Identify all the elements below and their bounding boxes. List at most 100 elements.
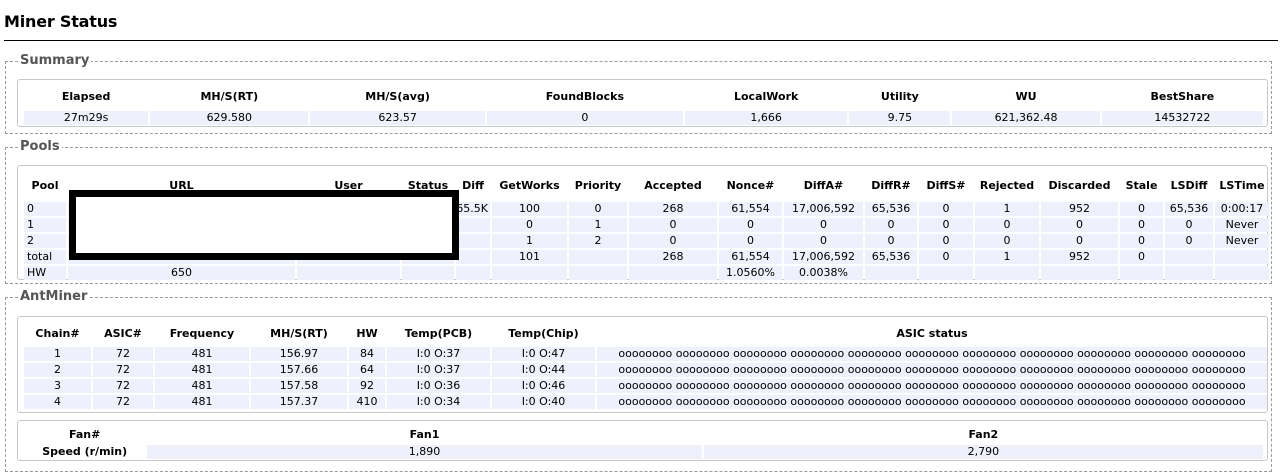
- pool-cell: 1: [24, 218, 66, 232]
- summary-cell: 623.57: [310, 111, 485, 125]
- summary-table: Elapsed MH/S(RT) MH/S(avg) FoundBlocks Local…: [22, 82, 1265, 127]
- pool-cell: 0: [1165, 218, 1213, 232]
- summary-cell: 14532722: [1101, 111, 1263, 125]
- chain-cell: 481: [155, 363, 249, 377]
- pool-cell: 0: [719, 218, 782, 232]
- summary-header-elapsed: Elapsed: [61, 90, 111, 103]
- fan-panel: Fan# Fan1 Fan2 Speed (r/min) 1,890 2,790: [17, 420, 1268, 461]
- pool-cell: 0: [975, 234, 1039, 248]
- pools-header-accepted: Accepted: [644, 178, 702, 192]
- pool-cell: [1215, 266, 1269, 280]
- pool-cell: 0: [1041, 218, 1118, 232]
- pool-cell: 17,006,592: [784, 250, 863, 264]
- chain-cell: 1: [24, 347, 91, 361]
- pools-header-getworks: GetWorks: [499, 178, 560, 192]
- chain-cell: 4: [24, 395, 91, 409]
- pool-cell: [865, 266, 917, 280]
- summary-header-bestshare: BestShare: [1150, 90, 1215, 103]
- chain-cell: I:0 O:44: [492, 363, 595, 377]
- chain-header-asic-status: ASIC status: [896, 326, 968, 340]
- chain-row: 1 72 481 156.97 84 I:0 O:37 I:0 O:47 oooooooo o…: [24, 347, 1267, 361]
- pool-cell: 65,536: [865, 250, 917, 264]
- pool-cell: [1215, 250, 1269, 264]
- summary-header-utility: Utility: [880, 90, 919, 103]
- summary-cell: 629.580: [150, 111, 309, 125]
- pool-cell: [1165, 266, 1213, 280]
- pool-cell: 1: [492, 234, 567, 248]
- pool-cell: 0: [1120, 202, 1163, 216]
- pool-cell: 2: [24, 234, 66, 248]
- pool-cell: 0: [629, 218, 717, 232]
- pool-cell: 0: [1120, 218, 1163, 232]
- pool-cell: 0: [784, 218, 863, 232]
- pool-cell: [1120, 266, 1163, 280]
- chain-cell: oooooooo oooooooo oooooooo oooooooo oooo…: [597, 395, 1267, 409]
- pool-cell: 0: [784, 234, 863, 248]
- pools-header-discarded: Discarded: [1048, 178, 1111, 192]
- pool-cell: Never: [1215, 234, 1269, 248]
- summary-cell: 27m29s: [24, 111, 149, 125]
- fan-header-fan: Fan#: [69, 427, 101, 441]
- antminer-section: AntMiner Chain# ASIC# Frequency MH/S(RT) HW T…: [5, 289, 1272, 472]
- pool-cell: Never: [1215, 218, 1269, 232]
- summary-cell: 1,666: [685, 111, 848, 125]
- pools-header-diff: Diff: [462, 178, 484, 192]
- fan-cell: 2,790: [703, 445, 1263, 459]
- chain-header-mh-s-rt: MH/S(RT): [270, 326, 328, 340]
- chain-cell: 92: [349, 379, 385, 393]
- page-title: Miner Status: [4, 12, 118, 31]
- pool-cell: 100: [492, 202, 567, 216]
- chain-panel: Chain# ASIC# Frequency MH/S(RT) HW Temp(PCB) T…: [17, 316, 1268, 413]
- chain-header-frequency: Frequency: [169, 326, 235, 340]
- chain-cell: oooooooo oooooooo oooooooo oooooooo oooo…: [597, 363, 1267, 377]
- pool-cell: [492, 266, 567, 280]
- pool-cell: 65,536: [865, 202, 917, 216]
- fan-header-fan1: Fan1: [409, 427, 440, 441]
- pool-cell: 0: [919, 218, 973, 232]
- pool-cell: [456, 250, 490, 264]
- summary-header-localwork: LocalWork: [733, 90, 799, 103]
- pools-header-priority: Priority: [574, 178, 622, 192]
- fan-cell: 1,890: [147, 445, 702, 459]
- chain-cell: I:0 O:37: [387, 363, 490, 377]
- chain-table: Chain# ASIC# Frequency MH/S(RT) HW Temp(PCB) T…: [22, 319, 1269, 411]
- pools-header-lstime: LSTime: [1219, 178, 1265, 192]
- pool-cell: 0: [865, 218, 917, 232]
- pools-header-rejected: Rejected: [979, 178, 1035, 192]
- pool-cell: 17,006,592: [784, 202, 863, 216]
- pool-cell: 0.0038%: [784, 266, 863, 280]
- pools-header-pool: Pool: [31, 178, 59, 192]
- chain-cell: oooooooo oooooooo oooooooo oooooooo oooo…: [597, 379, 1267, 393]
- pool-cell: 0: [1120, 234, 1163, 248]
- pool-cell: 61,554: [719, 250, 782, 264]
- chain-cell: I:0 O:36: [387, 379, 490, 393]
- pool-cell: [569, 250, 627, 264]
- pool-cell: 0: [24, 202, 66, 216]
- pool-cell: 0: [919, 202, 973, 216]
- pool-cell: 1: [975, 202, 1039, 216]
- pool-cell: 1: [569, 218, 627, 232]
- fan-cell: Speed (r/min): [24, 445, 146, 459]
- redaction-block: [69, 190, 459, 260]
- pool-cell: 0: [1041, 234, 1118, 248]
- pool-cell: 1.0560%: [719, 266, 782, 280]
- chain-cell: 2: [24, 363, 91, 377]
- pools-header-diffr: DiffR#: [871, 178, 911, 192]
- chain-cell: 157.37: [251, 395, 347, 409]
- chain-header-temp-chip: Temp(Chip): [508, 326, 579, 340]
- pool-cell: HW: [24, 266, 66, 280]
- summary-cell: 0: [486, 111, 684, 125]
- pool-cell: total: [24, 250, 66, 264]
- pools-legend: Pools: [18, 139, 62, 154]
- pool-cell: [456, 234, 490, 248]
- pool-cell: 65.5K: [456, 202, 490, 216]
- pool-cell: 0: [975, 218, 1039, 232]
- pool-cell: [919, 266, 973, 280]
- chain-cell: I:0 O:40: [492, 395, 595, 409]
- chain-cell: 84: [349, 347, 385, 361]
- summary-section: Summary Elapsed MH/S(RT) MH/S(avg) FoundBlo…: [5, 53, 1272, 134]
- chain-row: 3 72 481 157.58 92 I:0 O:36 I:0 O:46 oooooooo o…: [24, 379, 1267, 393]
- chain-cell: 64: [349, 363, 385, 377]
- pool-cell: 268: [629, 202, 717, 216]
- pool-cell: [1165, 250, 1213, 264]
